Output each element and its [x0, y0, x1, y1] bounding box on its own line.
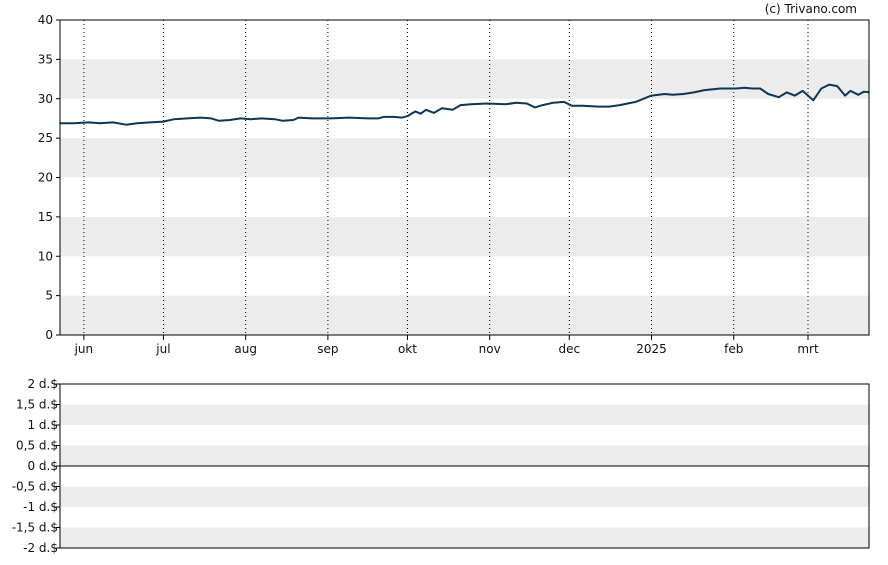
y-tick-label: 40 [38, 13, 53, 27]
y-tick-label: 5 [45, 289, 53, 303]
x-tick-label: aug [234, 342, 257, 356]
y-tick-label: 30 [38, 92, 53, 106]
volume-y-tick-label: -0,5 d.$ [12, 480, 58, 494]
y-tick-label: 20 [38, 171, 53, 185]
y-tick-label: 25 [38, 131, 53, 145]
y-tick-label: 10 [38, 249, 53, 263]
price-grid-band [60, 295, 869, 335]
price-grid-band [60, 138, 869, 178]
volume-chart-panel: 2 d.$ 1,5 d.$ 1 d.$ 0,5 d.$ 0 d.$ -0,5 d.$ -1 … [12, 377, 870, 555]
trivano-credit[interactable]: (c) Trivano.com [765, 2, 857, 16]
x-tick-label: 2025 [636, 342, 667, 356]
y-tick-label: 0 [45, 328, 53, 342]
volume-grid-band [60, 527, 869, 548]
volume-y-tick-label: -1 d.$ [23, 500, 58, 514]
x-tick-label: sep [317, 342, 338, 356]
x-tick-label: jun [74, 342, 94, 356]
volume-y-tick-label: -2 d.$ [23, 541, 58, 555]
y-tick-label: 15 [38, 210, 53, 224]
chart-canvas: jun jul aug sep okt nov dec 2025 feb mrt051015202… [12, 2, 870, 555]
x-tick-label: dec [558, 342, 580, 356]
volume-y-tick-label: 0 d.$ [27, 459, 58, 473]
volume-grid-band [60, 445, 869, 466]
volume-y-tick-label: -1,5 d.$ [12, 521, 58, 535]
price-grid-band [60, 216, 869, 257]
price-grid-band [60, 59, 869, 99]
x-tick-label: feb [724, 342, 743, 356]
volume-y-tick-label: 1 d.$ [27, 418, 58, 432]
volume-y-tick-label: 0,5 d.$ [16, 439, 58, 453]
volume-grid-band [60, 486, 869, 507]
volume-y-tick-label: 2 d.$ [27, 377, 58, 391]
volume-y-tick-label: 1,5 d.$ [16, 398, 58, 412]
x-tick-label: okt [398, 342, 417, 356]
price-chart-panel: jun jul aug sep okt nov dec 2025 feb mrt051015202… [38, 13, 870, 356]
x-tick-label: mrt [797, 342, 819, 356]
y-tick-label: 35 [38, 52, 53, 66]
x-tick-label: jul [155, 342, 170, 356]
volume-grid-band [60, 404, 869, 425]
x-tick-label: nov [479, 342, 501, 356]
